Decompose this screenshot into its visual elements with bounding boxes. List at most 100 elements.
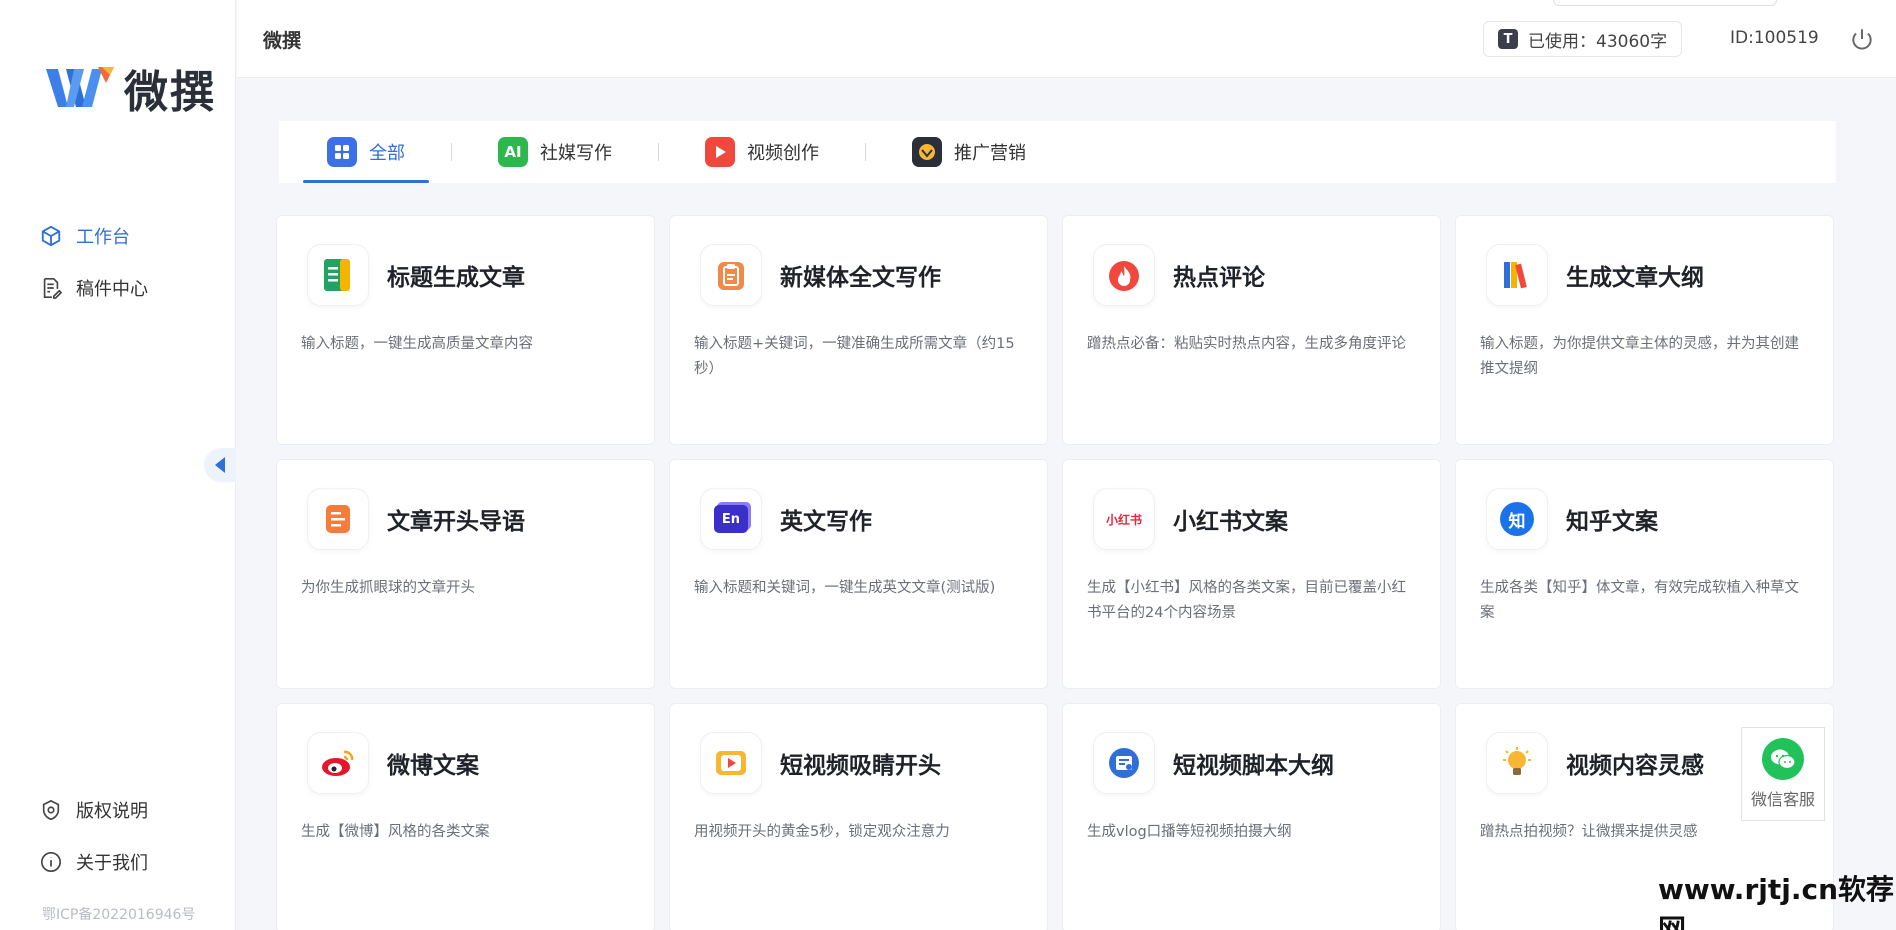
sidebar-item-label: 关于我们: [76, 853, 148, 874]
card-title: 文章开头导语: [387, 509, 525, 535]
wechat-service-button[interactable]: 微信客服: [1741, 727, 1825, 821]
logout-button[interactable]: [1849, 26, 1875, 52]
card-description: 生成【微博】风格的各类文案: [301, 824, 490, 840]
card-title: 生成文章大纲: [1566, 265, 1704, 291]
tool-card[interactable]: 知 知乎文案 生成各类【知乎】体文章，有效完成软植入种草文案: [1455, 459, 1834, 689]
tab-divider: [451, 143, 452, 161]
zhihu-icon-label: 知: [1500, 502, 1534, 536]
badge-icon: [912, 137, 942, 167]
tab-social-writing[interactable]: AI 社媒写作: [474, 121, 636, 183]
card-title: 短视频吸睛开头: [780, 753, 941, 779]
sidebar-collapse-button[interactable]: [204, 448, 236, 482]
weibo-icon: [307, 732, 369, 794]
sidebar-bottom-nav: 版权说明 关于我们: [38, 784, 148, 888]
info-icon: [38, 849, 64, 875]
sidebar-item-label: 工作台: [76, 227, 130, 248]
xiaohongshu-icon: 小红书: [1093, 488, 1155, 550]
text-count-icon: T: [1498, 29, 1518, 49]
app-name: 微撰: [124, 67, 216, 118]
card-description: 用视频开头的黄金5秒，锁定观众注意力: [694, 824, 950, 840]
tab-label: 全部: [369, 143, 405, 164]
card-title: 新媒体全文写作: [780, 265, 941, 291]
english-icon-label: En: [714, 505, 748, 533]
card-description: 生成【小红书】风格的各类文案，目前已覆盖小红书平台的24个内容场景: [1087, 580, 1406, 621]
category-tabs: 全部 AI 社媒写作 视频创作 推广营销: [279, 121, 1836, 183]
usage-count: 已使用：43060字: [1528, 31, 1668, 52]
sidebar-item-label: 稿件中心: [76, 279, 148, 300]
card-title: 英文写作: [780, 509, 872, 535]
grid-icon: [327, 137, 357, 167]
lightbulb-icon: [1486, 732, 1548, 794]
card-title: 标题生成文章: [387, 265, 525, 291]
wechat-service-label: 微信客服: [1750, 790, 1815, 809]
tool-card[interactable]: 热点评论 蹭热点必备：粘贴实时热点内容，生成多角度评论: [1062, 215, 1441, 445]
tool-card[interactable]: 短视频脚本大纲 生成vlog口播等短视频拍摄大纲: [1062, 703, 1441, 930]
tab-marketing[interactable]: 推广营销: [888, 121, 1050, 183]
tool-card[interactable]: 短视频吸睛开头 用视频开头的黄金5秒，锁定观众注意力: [669, 703, 1048, 930]
tool-card[interactable]: 生成文章大纲 输入标题，为你提供文章主体的灵感，并为其创建推文提纲: [1455, 215, 1834, 445]
orange-document-icon: [307, 488, 369, 550]
card-description: 生成各类【知乎】体文章，有效完成软植入种草文案: [1480, 580, 1799, 621]
tool-card[interactable]: 新媒体全文写作 输入标题+关键词，一键准确生成所需文章（约15秒）: [669, 215, 1048, 445]
play-icon: [705, 137, 735, 167]
shield-icon: [38, 797, 64, 823]
tab-all[interactable]: 全部: [303, 121, 429, 183]
tool-card[interactable]: 文章开头导语 为你生成抓眼球的文章开头: [276, 459, 655, 689]
sidebar-nav: 工作台 稿件中心: [38, 210, 148, 314]
card-description: 为你生成抓眼球的文章开头: [301, 580, 475, 596]
sidebar-item-label: 版权说明: [76, 801, 148, 822]
flame-icon: [1093, 244, 1155, 306]
cube-icon: [38, 223, 64, 249]
video-play-icon: [700, 732, 762, 794]
card-description: 输入标题+关键词，一键准确生成所需文章（约15秒）: [694, 336, 1015, 377]
user-id: ID:100519: [1730, 28, 1819, 48]
sidebar-item-copyright[interactable]: 版权说明: [38, 784, 148, 836]
tab-label: 推广营销: [954, 143, 1026, 164]
tab-video-creation[interactable]: 视频创作: [681, 121, 843, 183]
card-description: 蹭热点必备：粘贴实时热点内容，生成多角度评论: [1087, 336, 1406, 352]
card-title: 短视频脚本大纲: [1173, 753, 1334, 779]
video-script-icon: [1093, 732, 1155, 794]
green-document-icon: [307, 244, 369, 306]
wechat-icon: [1762, 738, 1804, 780]
page-title: 微撰: [263, 30, 302, 52]
top-dropdown-edge: [1553, 0, 1777, 6]
tool-card[interactable]: 标题生成文章 输入标题，一键生成高质量文章内容: [276, 215, 655, 445]
sidebar-item-workbench[interactable]: 工作台: [38, 210, 148, 262]
tool-card-grid: 标题生成文章 输入标题，一键生成高质量文章内容 新媒体全文写作 输入标题+关键词…: [276, 215, 1834, 930]
tab-divider: [658, 143, 659, 161]
app-logo[interactable]: 微撰: [44, 56, 216, 120]
tool-card[interactable]: 微博文案 生成【微博】风格的各类文案: [276, 703, 655, 930]
card-description: 输入标题，为你提供文章主体的灵感，并为其创建推文提纲: [1480, 336, 1799, 377]
site-watermark: www.rjtj.cn软荐网: [1658, 873, 1895, 930]
power-icon: [1852, 29, 1872, 50]
logo-mark-icon: [44, 63, 116, 113]
caret-left-icon: [215, 457, 225, 473]
clipboard-icon: [700, 244, 762, 306]
tool-card[interactable]: En 英文写作 输入标题和关键词，一键生成英文文章(测试版): [669, 459, 1048, 689]
usage-badge: T 已使用：43060字: [1483, 21, 1683, 57]
card-title: 热点评论: [1173, 265, 1265, 291]
sidebar: 微撰 工作台 稿件中心 版权说明 关于我们 鄂ICP备2022016946号: [0, 0, 236, 930]
card-description: 输入标题，一键生成高质量文章内容: [301, 336, 533, 352]
sidebar-item-about[interactable]: 关于我们: [38, 836, 148, 888]
zhihu-icon: 知: [1486, 488, 1548, 550]
card-description: 蹭热点拍视频？让微撰来提供灵感: [1480, 824, 1698, 840]
icp-license[interactable]: 鄂ICP备2022016946号: [42, 904, 195, 924]
tool-card[interactable]: 小红书 小红书文案 生成【小红书】风格的各类文案，目前已覆盖小红书平台的24个内…: [1062, 459, 1441, 689]
xiaohongshu-icon-label: 小红书: [1105, 512, 1142, 527]
ai-icon: AI: [498, 137, 528, 167]
top-header: 微撰 T 已使用：43060字 ID:100519: [237, 0, 1896, 78]
books-icon: [1486, 244, 1548, 306]
document-edit-icon: [38, 275, 64, 301]
card-title: 知乎文案: [1566, 509, 1658, 535]
card-title: 视频内容灵感: [1566, 753, 1704, 779]
card-description: 生成vlog口播等短视频拍摄大纲: [1087, 824, 1292, 840]
card-description: 输入标题和关键词，一键生成英文文章(测试版): [694, 580, 996, 596]
tab-label: 视频创作: [747, 143, 819, 164]
card-title: 小红书文案: [1173, 509, 1288, 535]
english-icon: En: [700, 488, 762, 550]
sidebar-item-manuscripts[interactable]: 稿件中心: [38, 262, 148, 314]
tab-label: 社媒写作: [540, 143, 612, 164]
card-title: 微博文案: [387, 753, 479, 779]
